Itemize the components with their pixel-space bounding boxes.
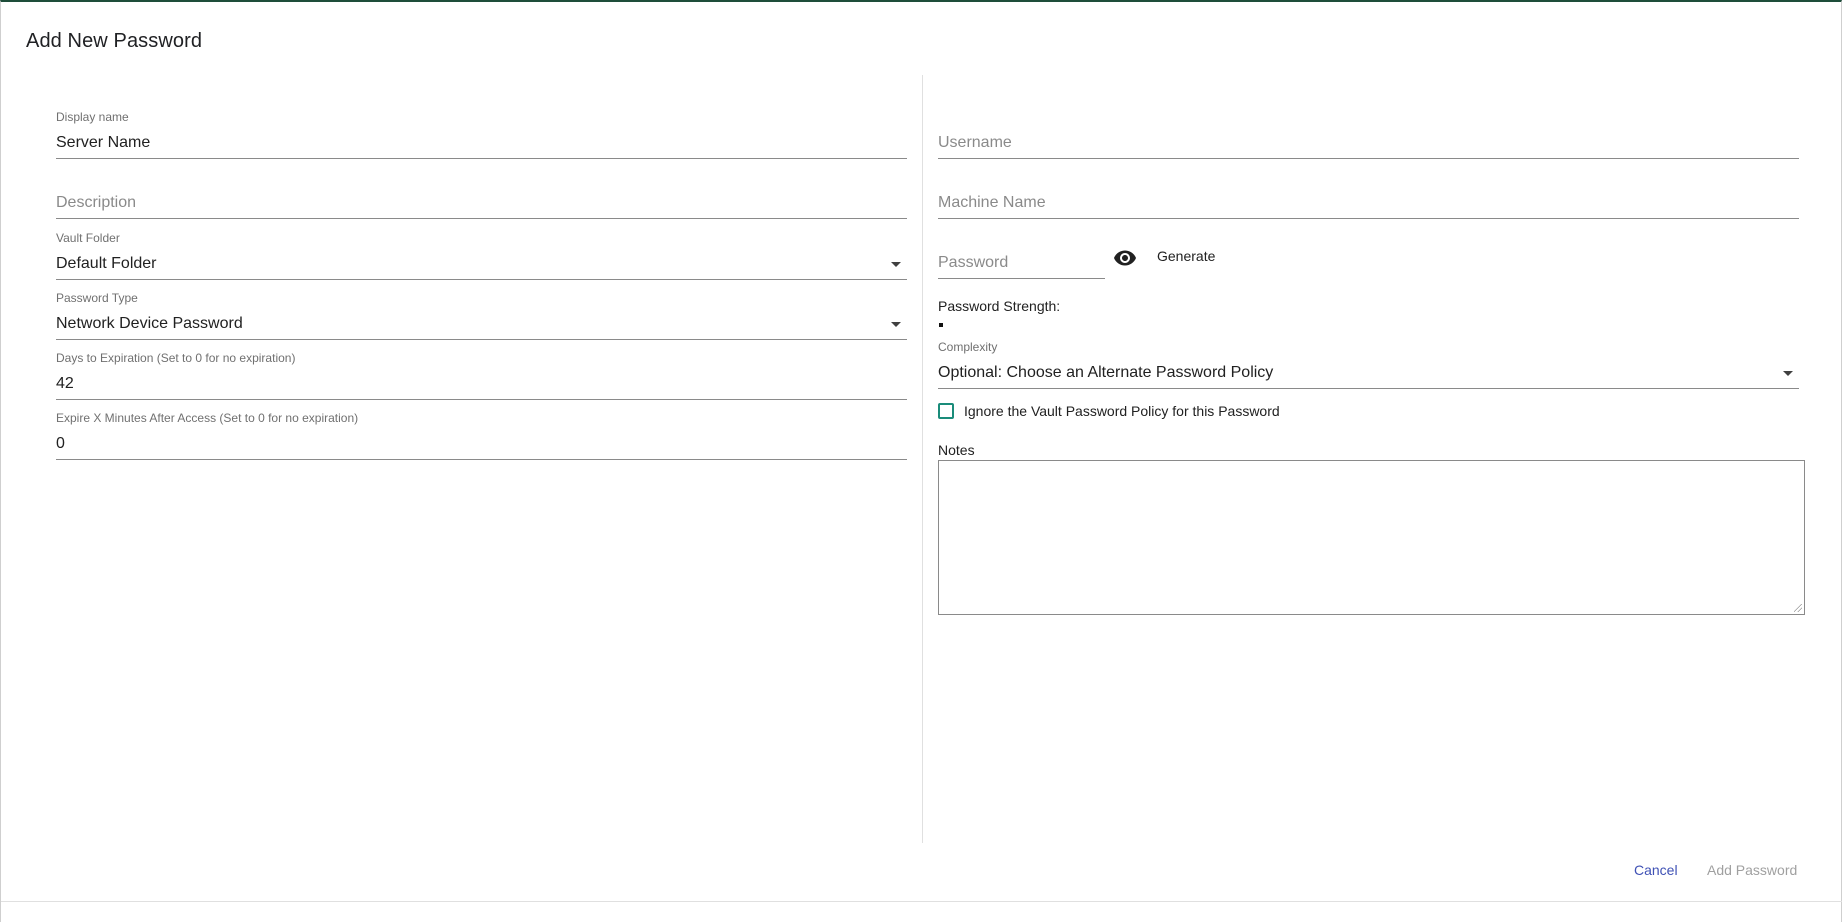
days-to-expiration-label: Days to Expiration (Set to 0 for no expi… xyxy=(56,351,296,365)
eye-icon[interactable] xyxy=(1113,246,1137,270)
password-strength-meter xyxy=(939,323,943,327)
bottom-divider xyxy=(1,901,1842,902)
vault-folder-select[interactable]: Vault Folder Default Folder xyxy=(56,231,907,280)
password-field[interactable]: Password xyxy=(938,249,1105,279)
complexity-value: Optional: Choose an Alternate Password P… xyxy=(938,364,1274,381)
chevron-down-icon xyxy=(1783,371,1793,376)
expire-minutes-label: Expire X Minutes After Access (Set to 0 … xyxy=(56,411,359,425)
password-type-label: Password Type xyxy=(56,291,138,305)
complexity-label: Complexity xyxy=(938,340,998,354)
dialog: Add New Password Display name Server Nam… xyxy=(0,0,1842,922)
vault-folder-label: Vault Folder xyxy=(56,231,120,245)
password-strength-label: Password Strength: xyxy=(938,298,1061,314)
column-divider xyxy=(922,75,923,843)
username-field[interactable]: Username xyxy=(938,129,1799,159)
expire-minutes-field[interactable]: Expire X Minutes After Access (Set to 0 … xyxy=(56,411,907,460)
display-name-label: Display name xyxy=(56,110,129,124)
expire-minutes-value: 0 xyxy=(56,435,65,452)
dialog-title: Add New Password xyxy=(26,30,203,52)
password-placeholder: Password xyxy=(938,254,1009,271)
password-type-value: Network Device Password xyxy=(56,315,243,332)
complexity-select[interactable]: Complexity Optional: Choose an Alternate… xyxy=(938,340,1799,389)
vault-folder-value: Default Folder xyxy=(56,255,157,272)
ignore-policy-checkbox[interactable] xyxy=(938,403,954,419)
days-to-expiration-value: 42 xyxy=(56,375,74,392)
notes-label: Notes xyxy=(938,442,975,458)
resize-handle-icon[interactable] xyxy=(1794,604,1802,612)
username-placeholder: Username xyxy=(938,134,1012,151)
chevron-down-icon xyxy=(891,322,901,327)
description-placeholder: Description xyxy=(56,194,137,211)
description-field[interactable]: Description xyxy=(56,189,907,219)
password-type-select[interactable]: Password Type Network Device Password xyxy=(56,291,907,340)
machine-name-field[interactable]: Machine Name xyxy=(938,189,1799,219)
ignore-policy-label[interactable]: Ignore the Vault Password Policy for thi… xyxy=(964,403,1280,419)
machine-name-placeholder: Machine Name xyxy=(938,194,1046,211)
display-name-value: Server Name xyxy=(56,134,151,151)
add-password-button[interactable]: Add Password xyxy=(1707,862,1797,878)
display-name-field[interactable]: Display name Server Name xyxy=(56,110,907,159)
cancel-button[interactable]: Cancel xyxy=(1634,862,1678,878)
days-to-expiration-field[interactable]: Days to Expiration (Set to 0 for no expi… xyxy=(56,351,907,400)
generate-button[interactable]: Generate xyxy=(1157,248,1215,264)
notes-textarea[interactable] xyxy=(938,460,1805,615)
chevron-down-icon xyxy=(891,262,901,267)
